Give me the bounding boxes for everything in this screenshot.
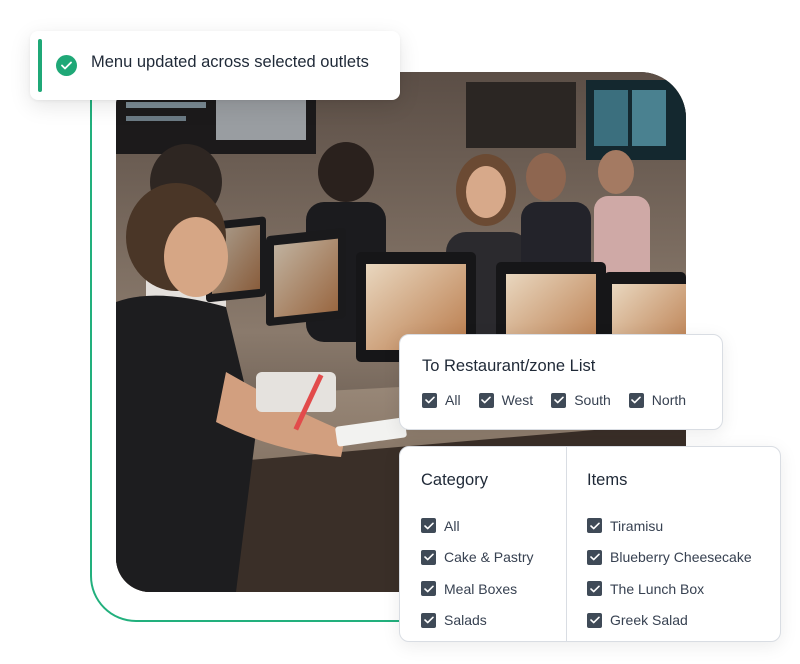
checkbox-checked-icon[interactable] (551, 392, 567, 408)
zone-option-north[interactable]: North (628, 392, 687, 408)
check-circle-icon (56, 55, 77, 76)
checkbox-checked-icon[interactable] (422, 392, 437, 408)
checkbox-checked-icon[interactable] (421, 518, 436, 534)
toast-accent-bar (38, 39, 42, 92)
zone-option-south[interactable]: South (551, 392, 611, 408)
item-option-label: Greek Salad (610, 612, 688, 629)
item-option-tiramisu[interactable]: Tiramisu (587, 510, 752, 542)
items-list: Tiramisu Blueberry Cheesecake The Lunch … (587, 510, 752, 636)
checkbox-checked-icon[interactable] (628, 392, 644, 408)
item-option-lunch-box[interactable]: The Lunch Box (587, 573, 752, 605)
zone-option-label: West (501, 392, 534, 408)
category-list: All Cake & Pastry Meal Boxes Salads (421, 510, 533, 636)
checkbox-checked-icon[interactable] (421, 581, 436, 597)
checkbox-checked-icon[interactable] (421, 549, 436, 565)
zone-option-label: All (445, 392, 461, 408)
zone-option-label: South (574, 392, 611, 408)
category-title: Category (421, 471, 488, 489)
checkbox-checked-icon[interactable] (478, 392, 494, 408)
category-option-cake-pastry[interactable]: Cake & Pastry (421, 542, 533, 574)
category-option-label: Meal Boxes (444, 580, 518, 597)
zone-list-panel: To Restaurant/zone List All West South N… (399, 334, 723, 430)
category-option-label: All (444, 517, 460, 534)
zone-option-label: North (651, 392, 687, 408)
checkbox-checked-icon[interactable] (587, 581, 602, 597)
zone-list-title: To Restaurant/zone List (422, 357, 596, 375)
item-option-greek-salad[interactable]: Greek Salad (587, 605, 752, 637)
category-option-label: Cake & Pastry (444, 549, 534, 566)
item-option-label: The Lunch Box (610, 580, 705, 597)
category-option-all[interactable]: All (421, 510, 533, 542)
zone-option-all[interactable]: All (422, 392, 461, 408)
item-option-blueberry-cheesecake[interactable]: Blueberry Cheesecake (587, 542, 752, 574)
zone-options: All West South North (422, 392, 704, 408)
checkbox-checked-icon[interactable] (587, 518, 602, 534)
checkbox-checked-icon[interactable] (421, 612, 436, 628)
toast-message: Menu updated across selected outlets (91, 53, 369, 71)
category-column: Category All Cake & Pastry Meal Boxes Sa… (400, 447, 565, 641)
items-column: Items Tiramisu Blueberry Cheesecake The … (566, 447, 781, 641)
success-toast: Menu updated across selected outlets (30, 31, 400, 100)
items-title: Items (587, 471, 628, 489)
category-items-panel: Category All Cake & Pastry Meal Boxes Sa… (399, 446, 781, 642)
category-option-salads[interactable]: Salads (421, 605, 533, 637)
item-option-label: Blueberry Cheesecake (610, 549, 752, 566)
category-option-label: Salads (444, 612, 487, 629)
category-option-meal-boxes[interactable]: Meal Boxes (421, 573, 533, 605)
zone-option-west[interactable]: West (478, 392, 534, 408)
checkbox-checked-icon[interactable] (587, 549, 602, 565)
item-option-label: Tiramisu (610, 517, 664, 534)
checkbox-checked-icon[interactable] (587, 612, 602, 628)
